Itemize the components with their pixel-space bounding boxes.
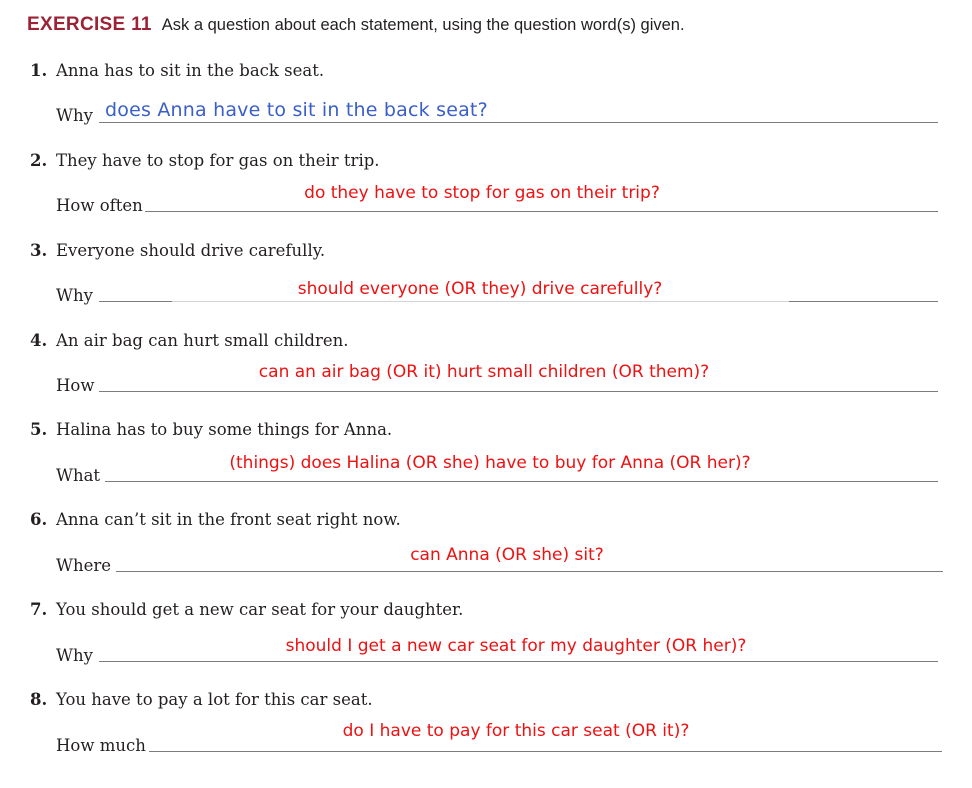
answer-line[interactable] xyxy=(99,391,938,392)
answer-line[interactable] xyxy=(99,122,938,123)
answer-line-left[interactable] xyxy=(99,301,172,302)
exercise-label: EXERCISE 11 xyxy=(27,14,152,35)
item-statement: 6. Anna can’t sit in the front seat right… xyxy=(30,510,401,529)
exercise-header: EXERCISE 11 Ask a question about each sta… xyxy=(27,14,685,36)
answer-line-right[interactable] xyxy=(789,301,938,302)
answer-text: do they have to stop for gas on their tr… xyxy=(304,183,660,203)
statement-text: Anna can’t sit in the front seat right n… xyxy=(56,510,401,529)
statement-text: An air bag can hurt small children. xyxy=(56,331,349,350)
answer-text: should I get a new car seat for my daugh… xyxy=(285,636,747,656)
question-word: Why xyxy=(56,646,93,665)
statement-text: You should get a new car seat for your d… xyxy=(56,600,464,619)
item-number: 6. xyxy=(30,510,48,529)
answer-text: do I have to pay for this car seat (OR i… xyxy=(342,721,690,741)
answer-line[interactable] xyxy=(105,481,938,482)
answer-line-faint[interactable] xyxy=(172,301,789,302)
answer-line[interactable] xyxy=(145,211,938,212)
item-statement: 2. They have to stop for gas on their tri… xyxy=(30,151,380,170)
item-number: 8. xyxy=(30,690,48,709)
item-number: 2. xyxy=(30,151,48,170)
item-number: 3. xyxy=(30,241,48,260)
question-word: How much xyxy=(56,736,146,755)
statement-text: You have to pay a lot for this car seat. xyxy=(56,690,373,709)
answer-line[interactable] xyxy=(116,571,943,572)
answer-text: can Anna (OR she) sit? xyxy=(410,545,604,565)
exercise-instruction: Ask a question about each statement, usi… xyxy=(161,16,685,34)
item-statement: 1. Anna has to sit in the back seat. xyxy=(30,61,324,80)
exercise-item: 1. Anna has to sit in the back seat. Why … xyxy=(0,61,972,151)
answer-line[interactable] xyxy=(99,661,938,662)
item-number: 4. xyxy=(30,331,48,350)
item-statement: 7. You should get a new car seat for your… xyxy=(30,600,463,619)
item-statement: 8. You have to pay a lot for this car sea… xyxy=(30,690,373,709)
item-statement: 5. Halina has to buy some things for Anna… xyxy=(30,420,392,439)
answer-line[interactable] xyxy=(149,751,942,752)
question-word: Where xyxy=(56,556,112,575)
answer-text: (things) does Halina (OR she) have to bu… xyxy=(229,453,751,473)
statement-text: Halina has to buy some things for Anna. xyxy=(56,420,393,439)
question-word: Why xyxy=(56,286,93,305)
answer-text: can an air bag (OR it) hurt small childr… xyxy=(258,362,710,382)
answer-text: does Anna have to sit in the back seat? xyxy=(105,99,488,121)
exercise-item: 8. You have to pay a lot for this car sea… xyxy=(0,690,972,780)
item-statement: 4. An air bag can hurt small children. xyxy=(30,331,348,350)
question-word: How often xyxy=(56,196,143,215)
item-number: 5. xyxy=(30,420,48,439)
statement-text: They have to stop for gas on their trip. xyxy=(56,151,380,170)
exercise-item: 6. Anna can’t sit in the front seat right… xyxy=(0,510,972,600)
item-number: 7. xyxy=(30,600,48,619)
exercise-item: 5. Halina has to buy some things for Anna… xyxy=(0,420,972,510)
question-word: How xyxy=(56,376,95,395)
question-word: Why xyxy=(56,106,93,125)
exercise-item: 3. Everyone should drive carefully. Why s… xyxy=(0,241,972,331)
answer-text: should everyone (OR they) drive carefull… xyxy=(297,279,663,299)
statement-text: Anna has to sit in the back seat. xyxy=(56,61,325,80)
statement-text: Everyone should drive carefully. xyxy=(56,241,326,260)
exercise-item: 2. They have to stop for gas on their tri… xyxy=(0,151,972,241)
item-statement: 3. Everyone should drive carefully. xyxy=(30,241,325,260)
item-number: 1. xyxy=(30,61,48,80)
exercise-item: 4. An air bag can hurt small children. Ho… xyxy=(0,331,972,421)
exercise-item: 7. You should get a new car seat for your… xyxy=(0,600,972,690)
question-word: What xyxy=(56,466,101,485)
